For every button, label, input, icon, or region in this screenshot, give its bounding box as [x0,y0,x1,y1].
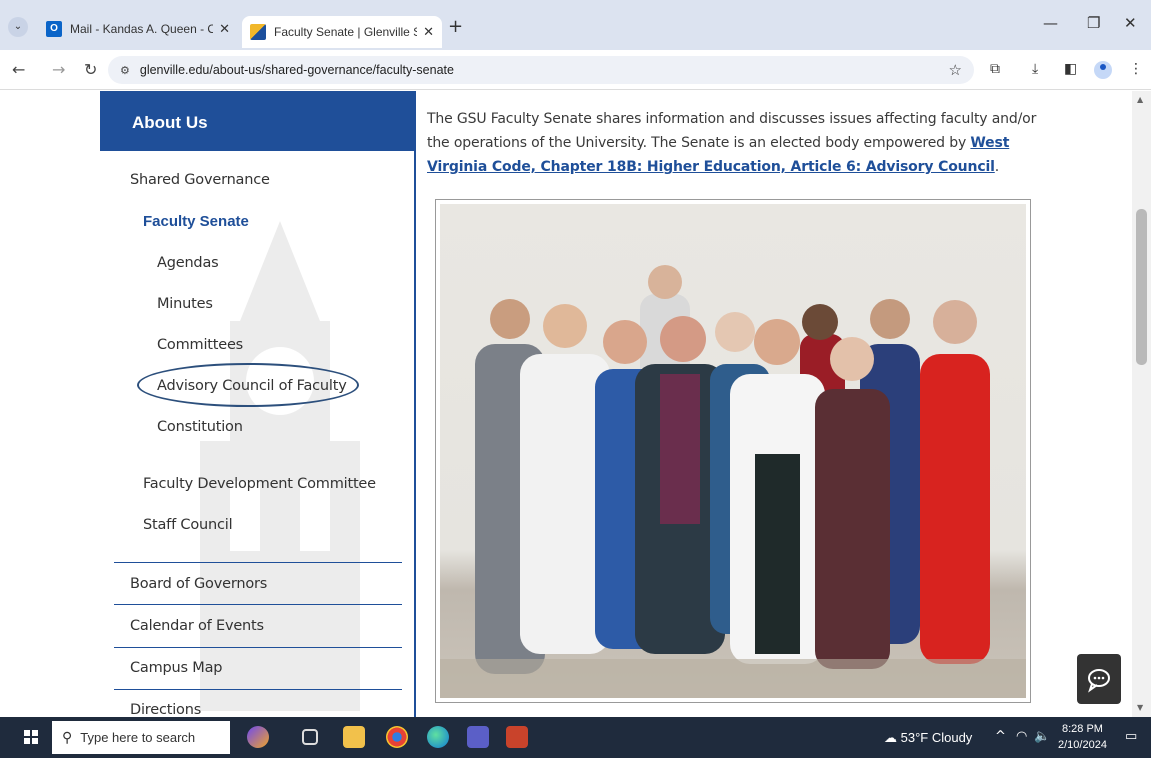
intro-paragraph: The GSU Faculty Senate shares informatio… [427,107,1042,179]
sidebar-item-agendas[interactable]: Agendas [157,255,219,271]
tab-title: Faculty Senate | Glenville State [274,25,417,39]
group-photo-illustration [440,265,1026,698]
taskbar-clock[interactable]: 8:28 PM 2/10/2024 [1058,721,1107,753]
weather-widget[interactable]: ☁ 53°F Cloudy [884,730,972,746]
chat-widget-button[interactable] [1077,654,1121,704]
file-explorer-icon[interactable] [343,726,365,748]
search-icon: ⚲ [62,729,73,745]
sidebar-item-shared-governance[interactable]: Shared Governance [130,172,270,188]
powerpoint-icon[interactable] [506,726,528,748]
browser-tab-strip: ⌄ O Mail - Kandas A. Queen - Outlo ✕ Fac… [0,0,1151,50]
sidebar-nav: About Us Shared Governance Faculty Senat… [100,91,416,717]
chrome-icon[interactable] [386,726,408,748]
volume-icon[interactable]: 🔈 [1034,729,1050,744]
weather-text: 53°F Cloudy [900,730,973,745]
tab-mail[interactable]: O Mail - Kandas A. Queen - Outlo ✕ [38,14,238,44]
divider [114,647,402,648]
clock-tower-watermark [200,221,360,711]
windows-start-icon[interactable] [24,730,38,744]
sidebar-item-faculty-senate[interactable]: Faculty Senate [143,213,249,230]
downloads-icon[interactable]: ⤓ [1032,61,1038,77]
extensions-icon[interactable]: ⧉ [990,61,1000,77]
forward-icon[interactable]: → [52,60,65,79]
chat-bubble-icon [1088,669,1110,693]
back-icon[interactable]: ← [12,60,25,79]
intro-text: The GSU Faculty Senate shares informatio… [427,111,1037,151]
profile-avatar[interactable] [1094,61,1112,79]
close-window-icon[interactable]: ✕ [1124,14,1137,32]
tab-search-chevron-icon[interactable]: ⌄ [8,17,28,37]
copilot-icon[interactable] [247,726,269,748]
side-panel-icon[interactable]: ◧ [1064,61,1077,77]
tray-chevron-icon[interactable]: ^ [995,729,1006,744]
sidebar-item-calendar[interactable]: Calendar of Events [130,618,264,634]
intro-end: . [994,159,1000,175]
sidebar-item-directions[interactable]: Directions [130,702,201,717]
divider [114,562,402,563]
divider [114,604,402,605]
tab-faculty-senate[interactable]: Faculty Senate | Glenville State ✕ [242,16,442,48]
scroll-down-icon[interactable]: ▼ [1137,703,1143,712]
outlook-icon: O [46,21,62,37]
search-placeholder: Type here to search [80,730,196,745]
new-tab-icon[interactable]: + [448,16,463,37]
edge-icon[interactable] [427,726,449,748]
page-scrollbar[interactable]: ▲ ▼ [1132,91,1151,717]
sidebar-item-board-of-governors[interactable]: Board of Governors [130,576,267,592]
clock-time: 8:28 PM [1061,723,1103,735]
sidebar-item-minutes[interactable]: Minutes [157,296,213,312]
close-tab-icon[interactable]: ✕ [219,21,230,37]
menu-kebab-icon[interactable]: ⋮ [1129,61,1143,77]
browser-toolbar: ← → ↻ ⚙ glenville.edu/about-us/shared-go… [0,50,1151,90]
sidebar-header: About Us [100,91,414,151]
cloud-icon: ☁ [884,730,897,745]
bookmark-star-icon[interactable]: ☆ [949,61,962,79]
sidebar-item-committees[interactable]: Committees [157,337,243,353]
faculty-senate-group-photo [440,204,1026,698]
tab-title: Mail - Kandas A. Queen - Outlo [70,22,214,36]
sidebar-item-constitution[interactable]: Constitution [157,419,243,435]
web-page: About Us Shared Governance Faculty Senat… [0,91,1132,717]
scrollbar-thumb[interactable] [1136,209,1147,365]
url-text: glenville.edu/about-us/shared-governance… [139,63,454,77]
notifications-icon[interactable]: ▭ [1125,729,1137,744]
windows-taskbar: ⚲ Type here to search ☁ 53°F Cloudy ^ ◠ … [0,717,1151,758]
reload-icon[interactable]: ↻ [84,60,97,79]
annotation-ellipse [137,363,359,407]
minimize-icon[interactable]: — [1043,14,1058,32]
sidebar-item-staff-council[interactable]: Staff Council [143,517,233,533]
scroll-up-icon[interactable]: ▲ [1137,95,1143,104]
taskbar-search-box[interactable]: ⚲ Type here to search [52,721,230,754]
faculty-senate-photo-frame [435,199,1031,703]
clock-date: 2/10/2024 [1058,739,1107,751]
divider [114,689,402,690]
sidebar-item-campus-map[interactable]: Campus Map [130,660,222,676]
restore-icon[interactable]: ❐ [1087,14,1100,32]
teams-icon[interactable] [467,726,489,748]
network-icon[interactable]: ◠ [1016,729,1027,744]
address-bar[interactable]: ⚙ glenville.edu/about-us/shared-governan… [108,56,974,84]
site-info-icon[interactable]: ⚙ [120,64,130,77]
sidebar-item-faculty-development[interactable]: Faculty Development Committee [143,476,376,492]
close-tab-icon[interactable]: ✕ [423,24,434,40]
glenville-icon [250,24,266,40]
task-view-icon[interactable] [302,729,318,745]
